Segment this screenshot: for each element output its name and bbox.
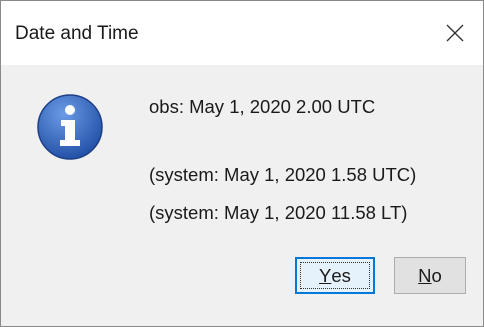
title-bar: Date and Time xyxy=(1,1,483,65)
close-icon xyxy=(446,24,464,42)
date-time-dialog: Date and Time obs: May 1, 2020 2.00 UTC … xyxy=(0,0,484,327)
dialog-title: Date and Time xyxy=(15,23,139,44)
info-icon xyxy=(37,94,103,160)
focus-ring xyxy=(300,262,370,289)
system-lt-text: (system: May 1, 2020 11.58 LT) xyxy=(149,202,408,223)
obs-time-text: obs: May 1, 2020 2.00 UTC xyxy=(149,96,376,117)
no-label-rest: o xyxy=(431,264,442,286)
system-utc-text: (system: May 1, 2020 1.58 UTC) xyxy=(149,164,417,185)
no-mnemonic: N xyxy=(418,264,432,286)
yes-button[interactable]: Yes xyxy=(295,257,375,294)
no-button[interactable]: No xyxy=(394,257,466,294)
close-button[interactable] xyxy=(427,1,483,65)
